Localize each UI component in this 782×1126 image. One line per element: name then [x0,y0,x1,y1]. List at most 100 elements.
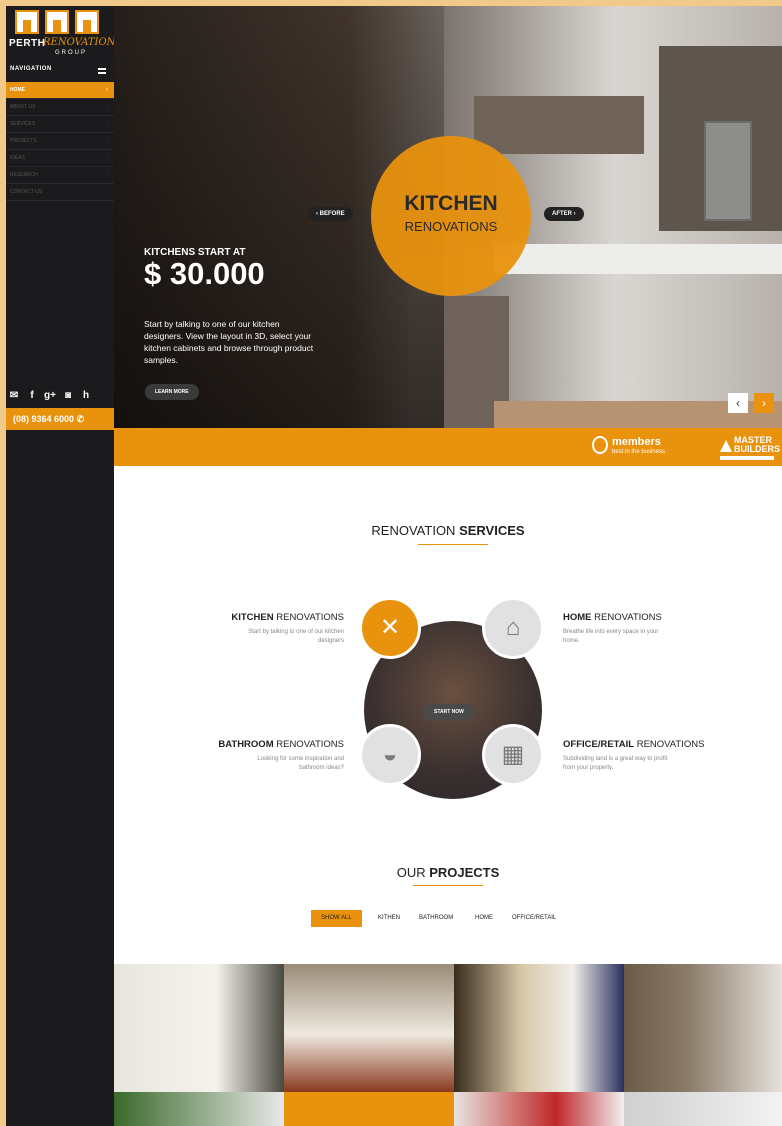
service-title-bold: OFFICE/RETAIL [563,739,635,750]
master-builders-icon [720,440,732,452]
start-now-button[interactable]: START NOW [423,704,475,720]
members-icon [592,436,608,454]
next-arrow-icon[interactable]: › [754,393,774,413]
nav-item-projects[interactable]: PROJECTS › [6,133,114,150]
learn-more-button[interactable]: LEARN MORE [145,384,199,400]
logo-text-perth: PERTH [9,38,46,49]
service-title-bold: BATHROOM [218,739,274,750]
nav-item-research[interactable]: RESEARCH › [6,167,114,184]
instagram-icon[interactable]: ◙ [62,390,74,402]
chevron-right-icon: › [106,189,108,195]
house-icon [75,10,99,34]
nav-item-label: CONTACT US [10,189,43,195]
nav-item-label: ABOUT US [10,104,36,110]
houzz-icon[interactable]: h [80,390,92,402]
logo-text-renovation: RENOVATION [43,37,116,48]
projects-title: OUR PROJECTS [114,865,782,880]
service-title-rest: RENOVATIONS [634,739,705,750]
phone-text: (08) 9364 6000 [13,414,75,424]
service-title-bathroom[interactable]: BATHROOM RENOVATIONS [218,739,344,750]
chevron-right-icon: › [106,172,108,178]
filter-office-retail[interactable]: OFFICE/RETAIL [512,910,556,927]
service-desc-bathroom: Looking for some inspiration and bathroo… [257,756,344,771]
projects-gallery [114,964,782,1126]
master-builders-bar [720,456,774,460]
service-title-rest: RENOVATIONS [273,612,344,623]
project-tile-toilet[interactable] [624,964,782,1092]
price-value: $ 30.000 [144,256,265,291]
service-title-kitchen[interactable]: KITCHEN RENOVATIONS [231,612,344,623]
email-icon[interactable]: ✉ [8,390,20,402]
service-title-bold: KITCHEN [231,612,274,623]
projects-title-light: OUR [396,865,430,880]
building-icon[interactable]: ▦ [482,724,544,786]
project-tile-interior[interactable] [454,1092,624,1126]
prev-arrow-icon[interactable]: ‹ [728,393,748,413]
service-desc-kitchen: Start by talking to one of our kitchen d… [248,629,344,644]
filter-show-all[interactable]: SHOW ALL [311,910,362,927]
services-underline [418,544,488,545]
services-title: RENOVATION SERVICES [114,523,782,538]
nav-item-services[interactable]: SERVICES › [6,116,114,133]
members-title: members [612,436,661,448]
hero-circle-subtitle: RENOVATIONS [404,219,498,234]
filter-bathroom[interactable]: BATHROOM [419,910,453,927]
chevron-right-icon: › [106,138,108,144]
hero-counter [494,244,782,274]
nav-item-contact[interactable]: CONTACT US › [6,184,114,201]
project-tile-garden[interactable] [114,1092,284,1126]
membership-band: members best in the business MASTER BUIL… [114,428,782,466]
nav-item-home[interactable]: HOME › [6,82,114,99]
logo[interactable]: PERTH RENOVATION GROUP [9,10,116,62]
after-label: AFTER [552,211,572,217]
facebook-icon[interactable]: f [26,390,38,402]
service-title-rest: RENOVATIONS [591,612,662,623]
nav-title: NAVIGATION [10,66,52,72]
chevron-right-icon: › [106,121,108,127]
projects-title-bold: PROJECTS [429,865,500,880]
hero-title-circle: KITCHEN RENOVATIONS [371,136,531,296]
nav-item-about[interactable]: ABOUT US › [6,99,114,116]
project-tile-kitchen[interactable] [454,964,624,1092]
service-title-bold: HOME [563,612,592,623]
house-icon [15,10,39,34]
social-links: ✉ f g+ ◙ h [8,390,92,402]
nav-item-label: PROJECTS [10,138,37,144]
after-button[interactable]: AFTER › [544,207,584,221]
project-tile-living-room[interactable] [284,964,454,1092]
before-button[interactable]: ‹ BEFORE [308,207,353,221]
sink-icon[interactable]: ◒ [359,724,421,786]
main-content: RENOVATION SERVICES START NOW ✕ ⌂ ◒ ▦ KI… [114,466,782,964]
nav-item-label: IDEAS [10,155,26,161]
nav-item-ideas[interactable]: IDEAS › [6,150,114,167]
kitchen-utensils-icon[interactable]: ✕ [359,597,421,659]
service-title-rest: RENOVATIONS [273,739,344,750]
sidebar: PERTH RENOVATION GROUP NAVIGATION HOME › … [6,6,116,1126]
chevron-right-icon: › [106,155,108,161]
service-title-office[interactable]: OFFICE/RETAIL RENOVATIONS [563,739,704,750]
master-builders-line2: BUILDERS [734,444,781,454]
service-desc-home: Breathe life into every space in your ho… [563,629,659,644]
nav-item-label: HOME [10,87,25,93]
nav-item-label: SERVICES [10,121,36,127]
nav-item-label: RESEARCH [10,172,38,178]
projects-underline [413,885,483,886]
phone-number[interactable]: (08) 9364 6000 ✆ [6,408,114,430]
hero-cabinet [474,96,644,154]
services-title-light: RENOVATION [371,523,460,538]
nav-menu: HOME › ABOUT US › SERVICES › PROJECTS › IDEA… [6,82,114,201]
house-icon[interactable]: ⌂ [482,597,544,659]
google-plus-icon[interactable]: g+ [44,390,56,402]
project-tile-room[interactable] [624,1092,782,1126]
filter-home[interactable]: HOME [475,910,493,927]
filter-kitchen[interactable]: KITHEN [378,910,400,927]
project-tile-highlight[interactable] [284,1092,454,1126]
service-title-home[interactable]: HOME RENOVATIONS [563,612,662,623]
phone-icon: ✆ [76,414,85,424]
project-tile-bathroom[interactable] [114,964,284,1092]
service-desc-office: Subdividing land is a great way to profi… [563,756,668,771]
members-subtitle: best in the business [612,449,666,455]
hero-slider: KITCHEN RENOVATIONS ‹ BEFORE AFTER › KIT… [114,6,782,428]
hamburger-icon[interactable] [98,68,106,74]
services-title-bold: SERVICES [459,523,525,538]
